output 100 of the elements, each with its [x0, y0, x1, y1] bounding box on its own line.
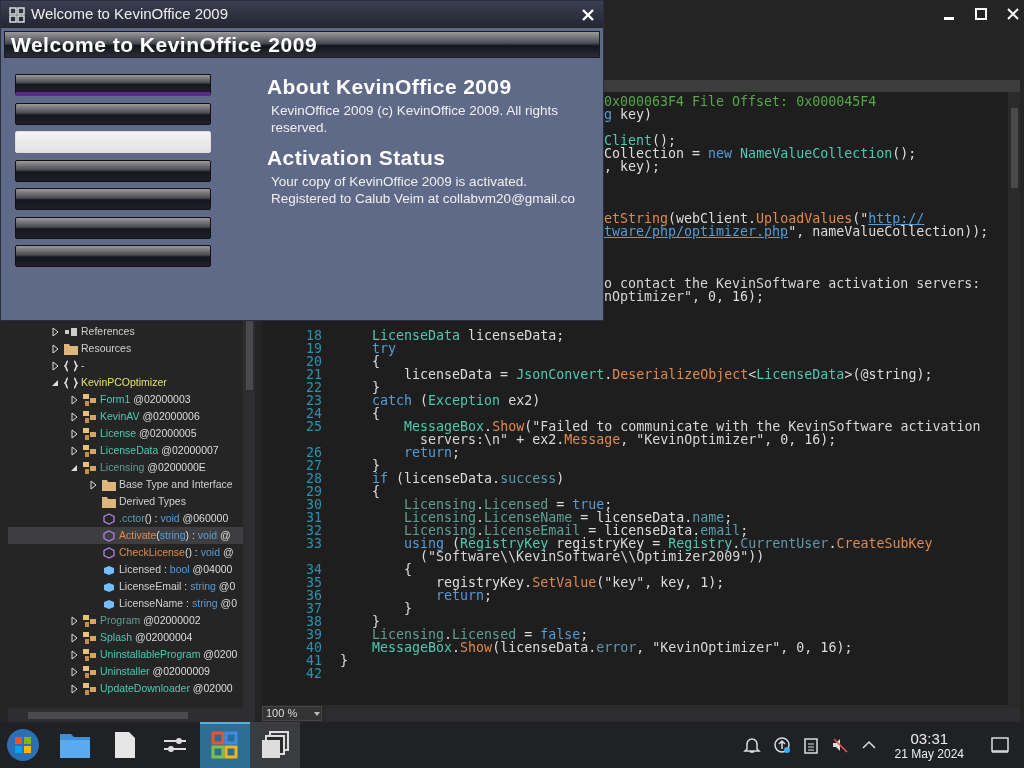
code-line: o contact the KevinSoftware activation servers:: [604, 277, 981, 290]
class-icon: [82, 630, 98, 645]
collapsed-arrow-icon[interactable]: [70, 445, 78, 456]
close-icon[interactable]: [581, 7, 595, 22]
menu-button[interactable]: [15, 245, 211, 267]
code-line: g key): [604, 108, 653, 121]
code-line: if (licenseData.success): [371, 472, 565, 485]
zoom-dropdown[interactable]: 100 %: [262, 706, 322, 721]
tree-item-label: Resources: [81, 341, 132, 356]
line-number: 25: [306, 419, 322, 434]
tree-item[interactable]: References: [8, 323, 243, 340]
menu-button[interactable]: [15, 216, 211, 239]
code-line: , key);: [604, 160, 661, 173]
windows-stack-icon[interactable]: [260, 730, 290, 760]
collapsed-arrow-icon[interactable]: [70, 428, 78, 439]
menu-button[interactable]: [15, 74, 211, 96]
tree-item[interactable]: LicenseData @02000007: [8, 442, 243, 459]
code-line: registryKey.SetValue("key", key, 1);: [435, 576, 725, 589]
tree-item-label: .cctor() : void @060000: [119, 511, 229, 526]
expanded-arrow-icon[interactable]: [51, 378, 59, 387]
code-line: MessageBox.Show("Failed to communicate with the KevinSoftware activation: [403, 420, 981, 433]
tree-item[interactable]: UpdateDownloader @02000: [8, 680, 243, 697]
tree-item[interactable]: Resources: [8, 340, 243, 357]
collapsed-arrow-icon[interactable]: [70, 649, 78, 660]
tree-item-label: KevinAV @02000006: [100, 409, 200, 424]
office-logo-icon[interactable]: [211, 731, 239, 761]
collapsed-arrow-icon[interactable]: [70, 615, 78, 626]
tree-item[interactable]: CheckLicense() : void @: [8, 544, 243, 561]
line-number: 30: [306, 497, 322, 512]
line-number: 37: [306, 601, 322, 616]
taskbar-button[interactable]: [250, 722, 300, 768]
document-icon[interactable]: [114, 731, 136, 759]
line-number: 42: [306, 666, 322, 681]
tree-item[interactable]: Program @02000002: [8, 612, 243, 629]
tree-item-label: Uninstaller @02000009: [100, 664, 210, 679]
tree-item-label: License @02000005: [100, 426, 197, 441]
class-icon: [82, 409, 98, 424]
code-line: licenseData = JsonConvert.DeserializeObject<LicenseData>(@string);: [403, 368, 933, 381]
collapsed-arrow-icon[interactable]: [70, 666, 78, 677]
menu-button[interactable]: [15, 188, 211, 210]
collapsed-arrow-icon[interactable]: [70, 683, 78, 694]
tree-item[interactable]: Licensed : bool @04000: [8, 561, 243, 578]
vertical-scrollbar[interactable]: [1008, 92, 1020, 705]
folder-icon[interactable]: [59, 731, 91, 759]
code-line: Collection = new NameValueCollection();: [604, 147, 917, 160]
close-icon[interactable]: [1004, 7, 1022, 21]
code-line: nOptimizer", 0, 16);: [604, 290, 765, 303]
tree-item[interactable]: -: [8, 357, 243, 374]
code-line: {: [371, 407, 381, 420]
show-desktop-icon[interactable]: [990, 736, 1010, 754]
bell-icon[interactable]: [742, 736, 761, 754]
clipboard-icon[interactable]: [802, 736, 819, 754]
chevron-up-icon[interactable]: [860, 739, 877, 751]
line-number: 28: [306, 471, 322, 486]
collapsed-arrow-icon[interactable]: [51, 326, 59, 337]
tree-item[interactable]: Derived Types: [8, 493, 243, 510]
menu-button[interactable]: [15, 159, 211, 182]
class-icon: [82, 443, 98, 458]
tree-item[interactable]: LicenseName : string @0: [8, 595, 243, 612]
collapsed-arrow-icon[interactable]: [70, 632, 78, 643]
collapsed-arrow-icon[interactable]: [51, 343, 59, 354]
class-icon: [82, 681, 98, 696]
tree-item[interactable]: .cctor() : void @060000: [8, 510, 243, 527]
expanded-arrow-icon[interactable]: [70, 463, 78, 472]
code-line: using (RegistryKey registryKey = Registry.CurrentUser.CreateSubKey: [403, 537, 933, 550]
line-number: 35: [306, 575, 322, 590]
update-icon[interactable]: [772, 736, 791, 754]
window-title: Welcome to KevinOffice 2009: [31, 4, 229, 25]
code-line: 0x000063F4 File Offset: 0x000045F4: [604, 95, 877, 108]
horizontal-scrollbar[interactable]: [8, 708, 255, 722]
maximize-icon[interactable]: [972, 7, 990, 21]
code-line: Licensing.LicenseName = licenseData.name;: [403, 511, 733, 524]
muted-speaker-icon[interactable]: [830, 736, 849, 754]
start-orb-icon[interactable]: [6, 728, 40, 762]
field-icon: [103, 581, 115, 592]
tree-item[interactable]: Activate(string) : void @: [8, 527, 243, 544]
tree-item[interactable]: KevinAV @02000006: [8, 408, 243, 425]
tree-item[interactable]: Licensing @0200000E: [8, 459, 243, 476]
collapsed-arrow-icon[interactable]: [89, 479, 97, 490]
line-number: 18: [306, 328, 322, 343]
tree-item[interactable]: Uninstaller @02000009: [8, 663, 243, 680]
tree-item[interactable]: Base Type and Interface: [8, 476, 243, 493]
tree-item[interactable]: License @02000005: [8, 425, 243, 442]
collapsed-arrow-icon[interactable]: [70, 411, 78, 422]
tree-item[interactable]: KevinPCOptimizer: [8, 374, 243, 391]
code-line: try: [371, 342, 397, 355]
tree-item[interactable]: UninstallableProgram @0200: [8, 646, 243, 663]
tree-item[interactable]: LicenseEmail : string @0: [8, 578, 243, 595]
tree-item-label: UninstallableProgram @0200: [100, 647, 238, 662]
code-line: {: [371, 485, 381, 498]
collapsed-arrow-icon[interactable]: [51, 360, 59, 371]
tree-item[interactable]: Form1 @02000003: [8, 391, 243, 408]
menu-button[interactable]: [15, 102, 211, 125]
tree-item[interactable]: Splash @02000004: [8, 629, 243, 646]
tree-item-label: CheckLicense() : void @: [119, 545, 234, 560]
tree-item-label: LicenseName : string @0: [119, 596, 238, 611]
code-line: Licensing.LicenseEmail = licenseData.email;: [403, 524, 749, 537]
collapsed-arrow-icon[interactable]: [70, 394, 78, 405]
class-icon: [82, 647, 98, 662]
clock[interactable]: 03:31 21 May 2024: [894, 729, 964, 761]
